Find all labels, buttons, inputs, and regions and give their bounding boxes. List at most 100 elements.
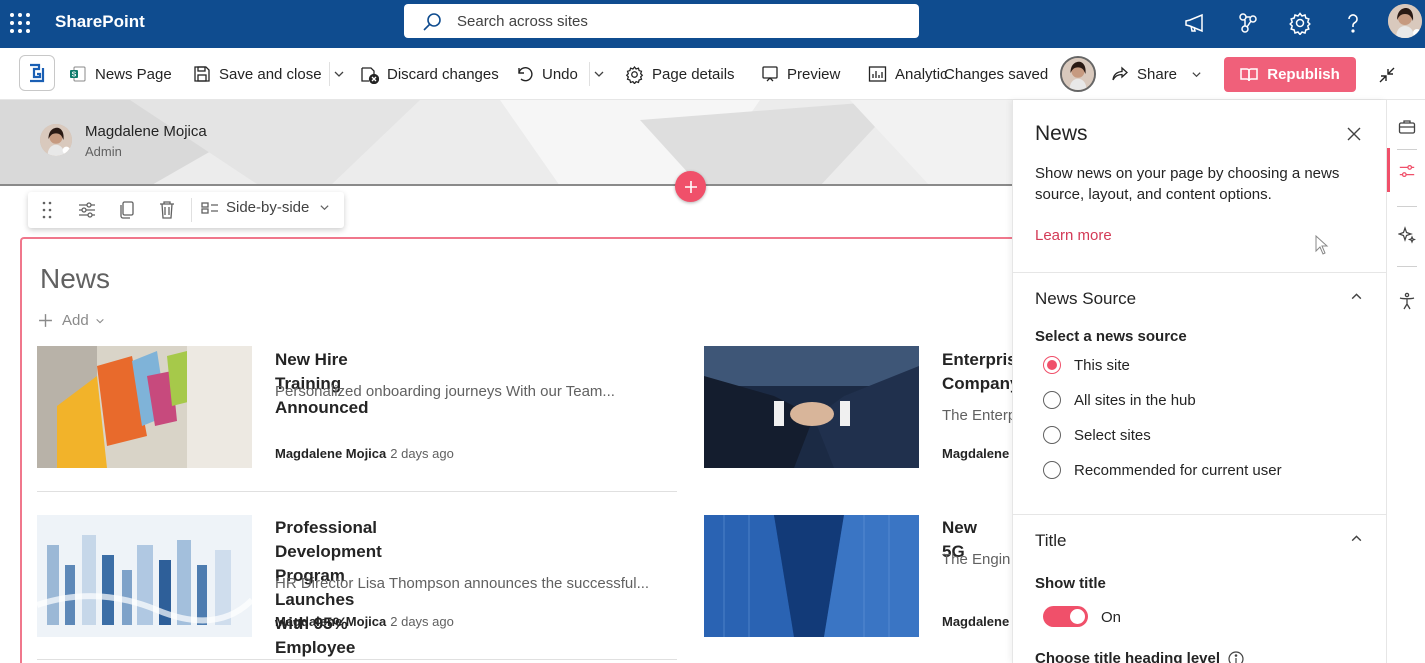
preview-icon: [762, 66, 778, 82]
heading-level-label: Choose title heading level: [1035, 650, 1244, 663]
news-item-description: The Engin: [942, 551, 1011, 568]
megaphone-icon[interactable]: [1183, 11, 1207, 35]
news-item-meta: Magdalene: [942, 614, 1010, 629]
news-webpart-title[interactable]: News: [40, 263, 110, 295]
learn-more-link[interactable]: Learn more: [1035, 227, 1112, 244]
divider: [1013, 514, 1386, 515]
copy-icon[interactable]: [118, 200, 136, 220]
divider: [329, 62, 330, 86]
save-options-chevron-icon[interactable]: [333, 62, 353, 86]
gear-icon[interactable]: [1288, 11, 1312, 35]
side-by-side-icon: [201, 201, 218, 214]
analytics-icon: [868, 66, 887, 82]
layout-dropdown[interactable]: Side-by-side: [201, 199, 337, 216]
chevron-down-icon: [320, 205, 329, 211]
republish-button[interactable]: Republish: [1224, 57, 1356, 92]
news-item-title: Enterpris Company: [942, 350, 1012, 393]
add-news-button[interactable]: Add: [38, 312, 114, 329]
show-title-toggle[interactable]: [1043, 606, 1088, 627]
accessibility-icon[interactable]: [1398, 292, 1416, 310]
news-item-description: HR Director Lisa Thompson announces the …: [275, 575, 650, 592]
radio-select-sites[interactable]: Select sites: [1043, 426, 1151, 444]
news-thumbnail: [37, 515, 252, 637]
chevron-down-icon: [1192, 71, 1201, 77]
undo-button[interactable]: Undo: [516, 62, 578, 86]
news-item-meta: Magdalene Mojica 2 days ago: [275, 614, 454, 629]
chevron-up-icon[interactable]: [1350, 532, 1363, 545]
news-item-meta: Magdalene: [942, 446, 1010, 461]
author-avatar[interactable]: [40, 124, 72, 156]
news-source-section-header[interactable]: News Source: [1035, 289, 1136, 309]
radio-circle: [1043, 356, 1061, 374]
sharepoint-page-icon: S: [70, 66, 86, 82]
share-icon: [1112, 66, 1128, 81]
coauthor-avatar[interactable]: [1060, 56, 1096, 92]
save-icon: [194, 66, 210, 82]
divider: [589, 62, 590, 86]
command-bar: S News Page Save and close Discard chang…: [0, 48, 1425, 100]
radio-recommended[interactable]: Recommended for current user: [1043, 461, 1282, 479]
sparkle-icon[interactable]: [1398, 226, 1416, 244]
discard-icon: [361, 66, 379, 84]
plus-icon: [684, 180, 697, 193]
news-thumbnail: [37, 346, 252, 468]
divider: [37, 659, 677, 660]
app-name[interactable]: SharePoint: [55, 12, 145, 32]
undo-options-chevron-icon[interactable]: [593, 62, 613, 86]
right-toolbox-rail: [1386, 100, 1425, 663]
info-icon[interactable]: [1228, 650, 1244, 663]
mouse-cursor-icon: [1315, 235, 1329, 255]
news-item-meta: Magdalene Mojica 2 days ago: [275, 446, 454, 461]
edit-properties-icon[interactable]: [77, 200, 97, 220]
waffle-icon[interactable]: [9, 12, 31, 34]
radio-circle: [1043, 461, 1061, 479]
author-role: Admin: [85, 144, 122, 159]
property-pane: News Show news on your page by choosing …: [1012, 100, 1386, 663]
toolbox-icon[interactable]: [1398, 118, 1416, 136]
page-canvas: Magdalene Mojica Admin Side-by-side News…: [0, 100, 1012, 663]
divider: [37, 491, 677, 492]
search-box[interactable]: Search across sites: [404, 4, 919, 38]
suite-bar: SharePoint Search across sites: [0, 0, 1425, 48]
discard-changes-button[interactable]: Discard changes: [360, 62, 499, 86]
plus-icon: [39, 314, 52, 327]
undo-icon: [518, 67, 533, 82]
delete-icon[interactable]: [158, 200, 176, 220]
add-section-button[interactable]: [675, 171, 706, 202]
news-thumbnail: [704, 346, 919, 468]
page-details-button[interactable]: Page details: [625, 62, 735, 86]
preview-button[interactable]: Preview: [761, 62, 840, 86]
author-name[interactable]: Magdalene Mojica: [85, 123, 207, 140]
news-item-description: The Enterp: [942, 407, 1012, 424]
collapse-icon[interactable]: [1377, 63, 1405, 87]
book-icon: [1240, 67, 1258, 81]
save-and-close-button[interactable]: Save and close: [193, 62, 322, 86]
analytics-button[interactable]: Analytic: [868, 62, 948, 86]
pane-description: Show news on your page by choosing a new…: [1035, 165, 1340, 203]
search-icon: [423, 13, 441, 31]
drag-handle-icon[interactable]: [40, 200, 54, 220]
show-title-label: Show title: [1035, 575, 1106, 592]
page-type-label: S News Page: [69, 62, 172, 86]
radio-circle: [1043, 426, 1061, 444]
help-icon[interactable]: [1341, 11, 1365, 35]
news-thumbnail: [704, 515, 919, 637]
share-button[interactable]: Share: [1111, 62, 1210, 86]
chevron-down-icon: [95, 318, 104, 323]
site-logo-icon[interactable]: [19, 55, 55, 91]
radio-circle: [1043, 391, 1061, 409]
search-placeholder: Search across sites: [457, 13, 588, 30]
radio-all-sites-in-hub[interactable]: All sites in the hub: [1043, 391, 1196, 409]
source-field-label: Select a news source: [1035, 328, 1187, 345]
divider: [191, 198, 192, 222]
webpart-toolbar: Side-by-side: [28, 192, 344, 228]
close-icon[interactable]: [1347, 127, 1361, 141]
user-avatar[interactable]: [1388, 4, 1422, 38]
divider: [1397, 266, 1417, 267]
gear-icon: [625, 65, 644, 84]
properties-icon[interactable]: [1398, 162, 1416, 180]
people-network-icon[interactable]: [1236, 11, 1260, 35]
chevron-up-icon[interactable]: [1350, 290, 1363, 303]
radio-this-site[interactable]: This site: [1043, 356, 1130, 374]
title-section-header[interactable]: Title: [1035, 531, 1067, 551]
